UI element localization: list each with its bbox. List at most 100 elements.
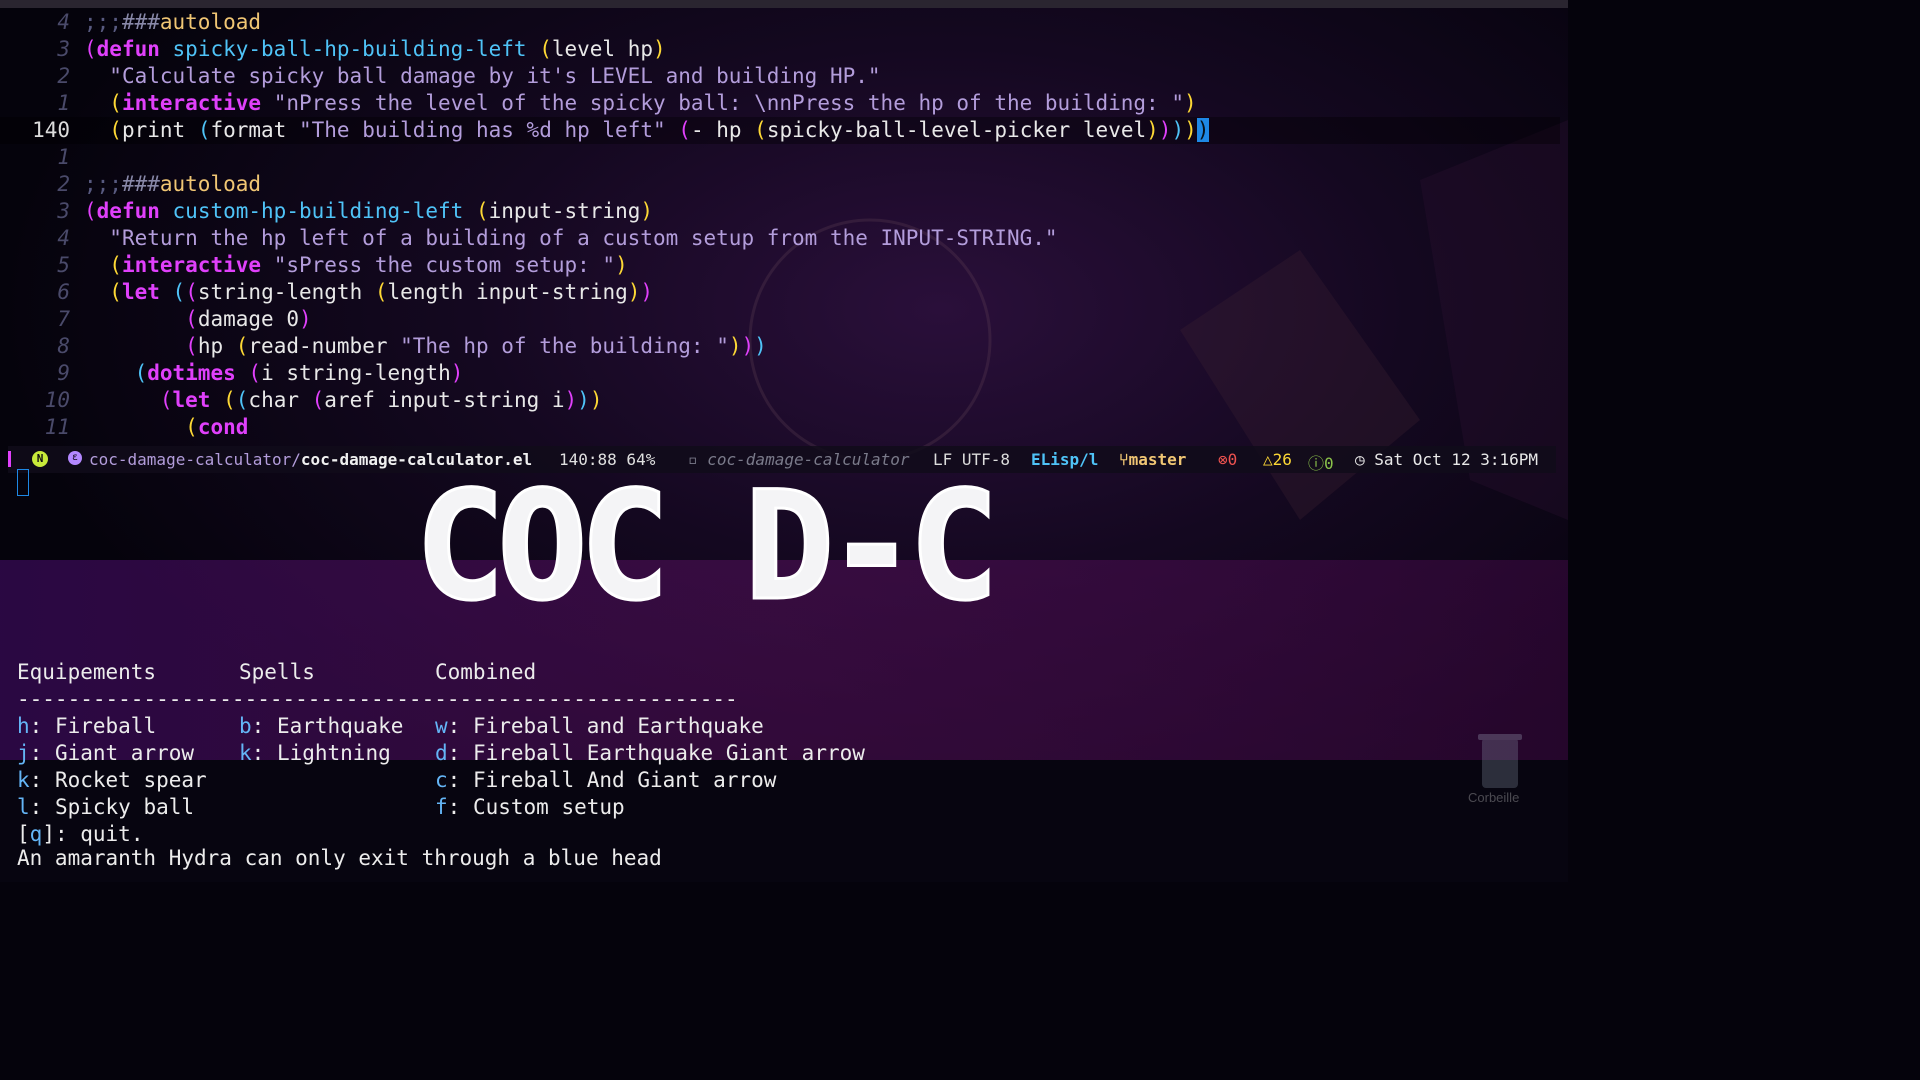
- hydra-label: Earthquake: [276, 714, 404, 738]
- clock-label: Sat Oct 12 3:16PM: [1374, 450, 1539, 469]
- quit-hint[interactable]: [q]: quit.: [17, 821, 143, 848]
- encoding[interactable]: LF UTF-8: [933, 450, 1010, 469]
- hydra-label: Rocket spear: [54, 768, 207, 792]
- hydra-key[interactable]: b: [239, 714, 252, 738]
- git-branch-label: master: [1128, 450, 1187, 469]
- major-mode[interactable]: ELisp/l: [1031, 450, 1098, 469]
- code-line[interactable]: 3 (defun custom-hp-building-left (input-s…: [0, 198, 1560, 225]
- code-line[interactable]: 10 (let ((char (aref input-string i))): [0, 387, 1560, 414]
- code-text[interactable]: ;;;###autoload: [84, 9, 261, 36]
- line-number: 2: [57, 64, 70, 88]
- quit-key[interactable]: q: [30, 822, 43, 846]
- code-text[interactable]: ;;;###autoload: [84, 171, 261, 198]
- header-combined: Combined: [435, 660, 537, 684]
- code-buffer[interactable]: 4 ;;;###autoload 3 (defun spicky-ball-hp-bu…: [0, 9, 1560, 441]
- hydra-row: l: Spicky ball f: Custom setup: [17, 794, 1217, 821]
- code-line[interactable]: 9 (dotimes (i string-length): [0, 360, 1560, 387]
- code-text[interactable]: "Calculate spicky ball damage by it's LE…: [84, 63, 880, 90]
- line-number: 10: [44, 388, 70, 412]
- hydra-head-equipements[interactable]: h: Fireball: [17, 713, 156, 740]
- buffer-file-name: coc-damage-calculator.el: [300, 450, 533, 469]
- project-name[interactable]: ▫ coc-damage-calculator: [688, 450, 910, 469]
- warning-count[interactable]: △26: [1263, 450, 1292, 469]
- hydra-label: Fireball Earthquake Giant arrow: [472, 741, 865, 765]
- hydra-key-separator: :: [29, 768, 55, 792]
- line-number: 4: [57, 226, 70, 250]
- cursor-position: 140:88 64%: [559, 450, 656, 469]
- code-text[interactable]: (damage 0): [84, 306, 311, 333]
- hydra-quit-row[interactable]: [q]: quit.: [17, 821, 1217, 848]
- code-line[interactable]: 8 (hp (read-number "The hp of the buildi…: [0, 333, 1560, 360]
- code-text[interactable]: "Return the hp left of a building of a c…: [84, 225, 1057, 252]
- code-text[interactable]: (print (format "The building has %d hp l…: [84, 117, 1210, 144]
- code-text[interactable]: (interactive "nPress the level of the sp…: [84, 90, 1196, 117]
- code-line[interactable]: 4 ;;;###autoload: [0, 9, 1560, 36]
- code-line[interactable]: 6 (let ((string-length (length input-str…: [0, 279, 1560, 306]
- hydra-key[interactable]: d: [435, 741, 448, 765]
- hydra-key[interactable]: k: [17, 768, 30, 792]
- ascii-banner: COC D-C: [413, 468, 1000, 628]
- ascii-banner-text: COC D-C: [415, 468, 991, 628]
- code-text[interactable]: (interactive "sPress the custom setup: "…: [84, 252, 627, 279]
- hydra-head-combined[interactable]: f: Custom setup: [435, 794, 625, 821]
- hydra-head-combined[interactable]: c: Fireball And Giant arrow: [435, 767, 776, 794]
- evil-state-icon: N: [32, 451, 48, 467]
- info-count[interactable]: ⓘ0: [1308, 450, 1334, 474]
- line-number: 7: [57, 307, 70, 331]
- code-line[interactable]: 140 (print (format "The building has %d …: [0, 117, 1560, 144]
- hydra-head-equipements[interactable]: j: Giant arrow: [17, 740, 194, 767]
- code-line[interactable]: 1 (interactive "nPress the level of the …: [0, 90, 1560, 117]
- hydra-menu: Equipements Spells Combined ------------…: [17, 659, 1217, 872]
- git-branch[interactable]: ⑂master: [1119, 450, 1186, 469]
- line-number: 6: [57, 280, 70, 304]
- code-text[interactable]: (cond: [84, 414, 248, 441]
- line-number: 9: [57, 361, 70, 385]
- separator-text: ----------------------------------------…: [17, 687, 738, 711]
- hydra-key-separator: :: [447, 768, 473, 792]
- hydra-head-spells[interactable]: k: Lightning: [239, 740, 391, 767]
- code-text[interactable]: (hp (read-number "The hp of the building…: [84, 333, 767, 360]
- hydra-key[interactable]: j: [17, 741, 30, 765]
- code-text[interactable]: (defun spicky-ball-hp-building-left (lev…: [84, 36, 666, 63]
- code-line[interactable]: 2 ;;;###autoload: [0, 171, 1560, 198]
- hydra-key-separator: :: [29, 741, 55, 765]
- line-number: 140: [32, 118, 70, 142]
- hydra-head-equipements[interactable]: k: Rocket spear: [17, 767, 207, 794]
- code-line[interactable]: 2 "Calculate spicky ball damage by it's …: [0, 63, 1560, 90]
- hydra-key-separator: :: [251, 741, 277, 765]
- error-count[interactable]: ⊗0: [1218, 450, 1237, 469]
- hydra-key[interactable]: k: [239, 741, 252, 765]
- hydra-head-spells[interactable]: b: Earthquake: [239, 713, 403, 740]
- code-text[interactable]: (let ((char (aref input-string i))): [84, 387, 603, 414]
- code-line[interactable]: 4 "Return the hp left of a building of a…: [0, 225, 1560, 252]
- hydra-key-separator: :: [29, 714, 55, 738]
- hydra-key[interactable]: w: [435, 714, 448, 738]
- buffer-path: coc-damage-calculator/coc-damage-calcula…: [89, 450, 532, 469]
- hydra-label: Lightning: [276, 741, 391, 765]
- code-line[interactable]: 5 (interactive "sPress the custom setup:…: [0, 252, 1560, 279]
- line-number: 4: [57, 10, 70, 34]
- git-branch-icon: ⑂: [1119, 450, 1129, 469]
- hydra-label: Fireball and Earthquake: [472, 714, 764, 738]
- hydra-head-equipements[interactable]: l: Spicky ball: [17, 794, 194, 821]
- code-text[interactable]: (let ((string-length (length input-strin…: [84, 279, 653, 306]
- emacs-file-icon: ε: [68, 451, 82, 465]
- minibuffer-cursor[interactable]: [17, 469, 29, 496]
- hydra-label: Fireball And Giant arrow: [472, 768, 777, 792]
- hydra-key-separator: :: [447, 741, 473, 765]
- code-line[interactable]: 11 (cond: [0, 414, 1560, 441]
- code-line[interactable]: 1: [0, 144, 1560, 171]
- hydra-key[interactable]: f: [435, 795, 448, 819]
- code-text[interactable]: (dotimes (i string-length): [84, 360, 464, 387]
- hydra-key[interactable]: h: [17, 714, 30, 738]
- trash-label[interactable]: Corbeille: [1468, 790, 1519, 805]
- hydra-key[interactable]: c: [435, 768, 448, 792]
- code-line[interactable]: 7 (damage 0): [0, 306, 1560, 333]
- hydra-head-combined[interactable]: w: Fireball and Earthquake: [435, 713, 764, 740]
- hydra-row: j: Giant arrow k: Lightning d: Fireball Ea…: [17, 740, 1217, 767]
- hydra-label: Fireball: [54, 714, 157, 738]
- code-line[interactable]: 3 (defun spicky-ball-hp-building-left (le…: [0, 36, 1560, 63]
- code-text[interactable]: (defun custom-hp-building-left (input-st…: [84, 198, 653, 225]
- hydra-key[interactable]: l: [17, 795, 30, 819]
- hydra-head-combined[interactable]: d: Fireball Earthquake Giant arrow: [435, 740, 865, 767]
